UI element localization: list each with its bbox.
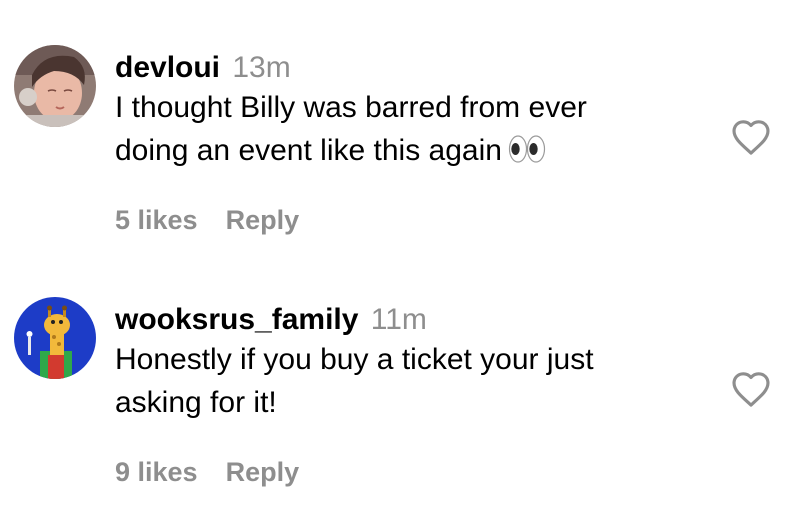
timestamp: 13m [232, 51, 291, 84]
reply-button[interactable]: Reply [226, 457, 300, 487]
comment-actions: 5 likes Reply [115, 202, 299, 238]
comment-body: wooksrus_family 11m Honestly if you buy … [115, 301, 715, 424]
heart-outline-icon[interactable] [730, 369, 772, 409]
comment-text: I thought Billy was barred from ever doi… [115, 86, 715, 176]
avatar-photo [14, 45, 96, 127]
comment-item: devloui 13m I thought Billy was barred f… [0, 0, 806, 250]
comment-header: wooksrus_family 11m [115, 301, 715, 339]
avatar-cartoon-giraffe [14, 297, 96, 379]
eyes-emoji-icon [508, 133, 546, 176]
comment-header: devloui 13m [115, 49, 715, 87]
avatar[interactable] [14, 45, 96, 127]
timestamp: 11m [370, 303, 427, 336]
username[interactable]: devloui [115, 51, 220, 84]
reply-button[interactable]: Reply [226, 205, 300, 235]
comment-text-line: asking for it! [115, 386, 277, 419]
comment-text-line: I thought Billy was barred from ever [115, 91, 587, 124]
likes-count[interactable]: 9 likes [115, 457, 198, 487]
username[interactable]: wooksrus_family [115, 303, 358, 336]
comment-item: wooksrus_family 11m Honestly if you buy … [0, 252, 806, 502]
heart-outline-icon[interactable] [730, 117, 772, 157]
comment-text: Honestly if you buy a ticket your just a… [115, 338, 715, 424]
comment-text-line-wrap: doing an event like this again [115, 129, 715, 176]
likes-count[interactable]: 5 likes [115, 205, 198, 235]
comment-text-line: Honestly if you buy a ticket your just [115, 343, 594, 376]
avatar[interactable] [14, 297, 96, 379]
comment-text-line: doing an event like this again [115, 134, 502, 167]
comment-actions: 9 likes Reply [115, 454, 299, 490]
comment-body: devloui 13m I thought Billy was barred f… [115, 49, 715, 176]
